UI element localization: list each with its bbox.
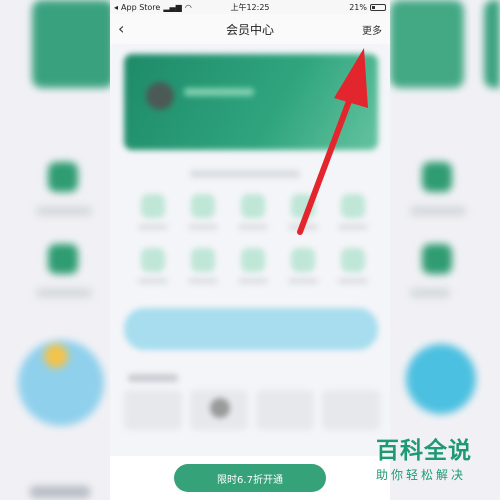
watermark-sub-text: 助你轻松解决: [376, 468, 467, 482]
privilege-item: [328, 194, 378, 230]
promo-banner: [124, 308, 378, 350]
phone-screen: ◂ App Store ▂▄▆ ◠ 上午12:25 21% ‹ 会员中心 更多: [110, 0, 390, 500]
privilege-item: [228, 248, 278, 284]
product-card: [124, 390, 182, 430]
privilege-item: [178, 194, 228, 230]
watermark-logo: 百科全说 助你轻松解决: [376, 440, 498, 483]
backdrop-icon: [48, 244, 78, 274]
privilege-item: [278, 194, 328, 230]
text-placeholder: [190, 170, 300, 178]
backdrop-line: [36, 206, 92, 216]
battery-percent: 21%: [349, 2, 367, 12]
status-left: ◂ App Store ▂▄▆ ◠: [114, 3, 192, 12]
bottom-bar: 限时6.7折开通: [110, 456, 390, 500]
status-bar: ◂ App Store ▂▄▆ ◠ 上午12:25 21%: [110, 0, 390, 14]
privilege-item: [278, 248, 328, 284]
backdrop-line: [36, 288, 92, 298]
backdrop-card: [484, 0, 500, 88]
privilege-item: [128, 248, 178, 284]
backdrop-line: [410, 288, 450, 298]
privilege-item: [178, 248, 228, 284]
product-card: [190, 390, 248, 430]
privilege-item: [228, 194, 278, 230]
privilege-item: [128, 194, 178, 230]
chevron-left-icon[interactable]: ‹: [118, 21, 138, 37]
status-right: 21%: [349, 3, 386, 12]
section-title-placeholder: [128, 374, 178, 382]
backdrop-illustration: [406, 344, 476, 414]
avatar: [146, 82, 174, 110]
status-carrier: App Store: [121, 2, 161, 12]
backdrop-illustration: [44, 344, 68, 368]
battery-icon: [370, 3, 386, 11]
product-card: [256, 390, 314, 430]
backdrop-line: [410, 206, 466, 216]
backdrop-icon: [48, 162, 78, 192]
open-membership-button[interactable]: 限时6.7折开通: [174, 464, 326, 492]
card-text-placeholder: [184, 88, 254, 96]
navigation-bar: ‹ 会员中心 更多: [110, 14, 390, 44]
backdrop-card: [32, 0, 114, 88]
wifi-icon: ◠: [184, 2, 192, 12]
blurred-content: [110, 44, 390, 500]
back-to-app-icon: ◂: [114, 2, 119, 12]
more-button[interactable]: 更多: [362, 22, 382, 37]
privilege-grid: [128, 194, 378, 284]
watermark-main-text: 百科全说: [376, 438, 472, 464]
member-card: [124, 54, 378, 150]
product-card: [322, 390, 380, 430]
signal-icon: ▂▄▆: [163, 2, 182, 12]
backdrop-icon: [422, 244, 452, 274]
backdrop-icon: [422, 162, 452, 192]
backdrop-card: [390, 0, 464, 88]
privilege-item: [328, 248, 378, 284]
backdrop-line: [30, 486, 90, 498]
page-title: 会员中心: [225, 22, 274, 37]
